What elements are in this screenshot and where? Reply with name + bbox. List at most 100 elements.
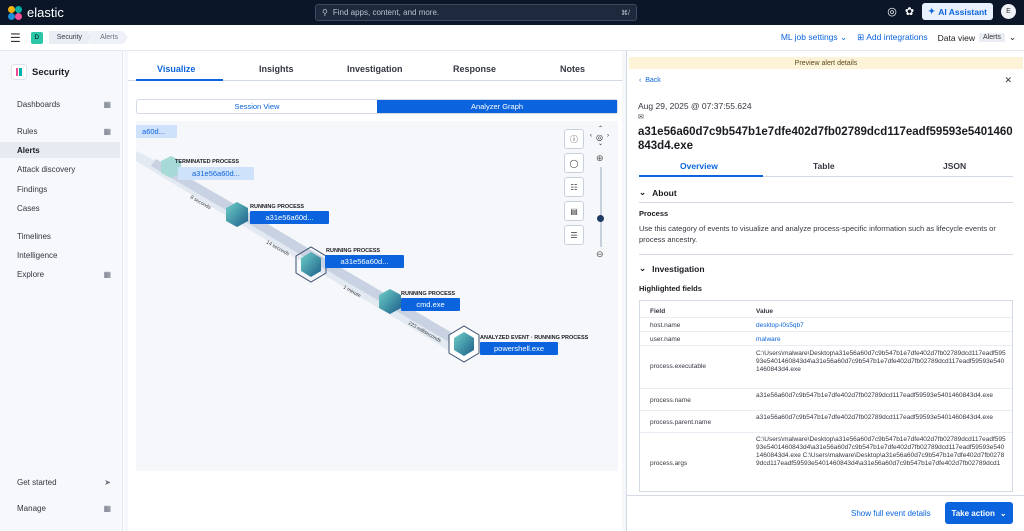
field-name: process.parent.name (650, 419, 712, 426)
investigation-section-toggle[interactable]: ⌄ Investigation (639, 263, 705, 274)
back-button[interactable]: ‹ Back (639, 77, 661, 84)
sidebar-item-timelines[interactable]: Timelines (0, 228, 120, 244)
pan-right-icon[interactable]: › (607, 133, 609, 139)
menu-toggle-icon[interactable]: ☰ (10, 31, 21, 45)
sidebar-item-cases[interactable]: Cases (0, 200, 120, 216)
tab-investigation[interactable]: Investigation (347, 64, 403, 74)
sidebar-item-explore[interactable]: Explore ▦ (0, 266, 120, 282)
back-label: Back (645, 77, 661, 84)
highlighted-fields-table: Field Value host.name desktop-l0s5qb7 us… (639, 300, 1013, 492)
tab-response[interactable]: Response (453, 64, 496, 74)
ai-assistant-button[interactable]: ✦ AI Assistant (922, 3, 993, 20)
process-node-button[interactable]: a31e56a60d... (325, 255, 404, 268)
table-row: process.name a31e56a60d7c9b547b1e7dfe402… (640, 389, 1012, 411)
table-row: process.args C:\Users\malware\Desktop\a3… (640, 433, 1012, 491)
data-view-picker[interactable]: Data view Alerts ⌄ (938, 32, 1016, 43)
chevron-down-icon: ⌄ (840, 32, 848, 42)
session-view-button[interactable]: Session View (137, 100, 377, 113)
list-icon[interactable]: ☰ (564, 225, 584, 245)
data-view-value: Alerts (978, 33, 1005, 42)
field-value: C:\Users\malware\Desktop\a31e56a60d7c9b5… (756, 350, 1006, 373)
node-type-label: ANALYZED EVENT · RUNNING PROCESS (480, 335, 589, 341)
global-search-input[interactable]: ⚲ Find apps, content, and more. ⌘/ (315, 4, 637, 21)
column-field: Field (650, 308, 666, 315)
sidebar-item-label: Get started (17, 477, 57, 487)
flyout-footer: Show full event details Take action ⌄ (627, 495, 1024, 531)
pan-left-icon[interactable]: ‹ (590, 133, 592, 139)
sidebar-item-findings[interactable]: Findings (0, 181, 120, 197)
sidebar-item-attack-discovery[interactable]: Attack discovery (0, 161, 120, 177)
add-integrations-button[interactable]: ⊞ Add integrations (857, 32, 927, 43)
process-description: Use this category of events to visualize… (639, 224, 996, 244)
chevron-down-icon: ⌄ (639, 187, 647, 197)
sidebar-item-dashboards[interactable]: Dashboards ▦ (0, 96, 120, 112)
alert-preview-flyout: Preview alert details ‹ Back ✕ Aug 29, 2… (626, 51, 1024, 531)
ml-job-settings-button[interactable]: ML job settings ⌄ (781, 32, 847, 43)
add-integrations-label: Add integrations (866, 32, 928, 42)
user-avatar[interactable]: E (1001, 4, 1016, 19)
calendar-icon[interactable]: ▤ (564, 201, 584, 221)
zoom-slider-handle[interactable] (597, 215, 604, 222)
analyzer-graph[interactable]: 8 seconds 14 seconds 1 minute 223 millis… (136, 121, 618, 471)
node-type-label: RUNNING PROCESS (326, 248, 381, 254)
tab-notes[interactable]: Notes (560, 64, 585, 74)
analyzer-graph-button[interactable]: Analyzer Graph (377, 100, 617, 113)
sidebar-item-get-started[interactable]: Get started ➤ (0, 474, 120, 490)
pan-control[interactable]: ⌃ ‹ ◎ › ⌄ (590, 125, 611, 147)
show-full-details-link[interactable]: Show full event details (851, 509, 931, 518)
visualize-container: Visualize Insights Investigation Respons… (128, 51, 622, 531)
sidebar-item-alerts[interactable]: Alerts (0, 142, 120, 158)
process-node-button[interactable]: a31e56a60d... (250, 211, 329, 224)
tab-overview[interactable]: Overview (680, 161, 718, 171)
sort-icon[interactable]: ☷ (564, 177, 584, 197)
tab-json[interactable]: JSON (943, 161, 966, 171)
help-icon[interactable]: ◎ (887, 5, 897, 18)
about-section-toggle[interactable]: ⌄ About (639, 187, 677, 198)
node-type-label: RUNNING PROCESS (401, 291, 456, 297)
sidebar-item-intelligence[interactable]: Intelligence (0, 247, 120, 263)
search-icon: ⚲ (322, 8, 328, 17)
grid-icon[interactable]: ▦ (103, 100, 111, 109)
tab-visualize[interactable]: Visualize (157, 64, 195, 74)
close-icon[interactable]: ✕ (1004, 75, 1012, 86)
grid-icon[interactable]: ▦ (103, 270, 111, 279)
sidebar-item-label: Rules (17, 126, 38, 136)
tab-insights[interactable]: Insights (259, 64, 294, 74)
grid-icon[interactable]: ▦ (103, 504, 111, 513)
grid-icon[interactable]: ▦ (103, 127, 111, 136)
sidebar-item-manage[interactable]: Manage ▦ (0, 500, 120, 516)
divider (639, 202, 1013, 203)
node-legend-icon[interactable]: ◯ (564, 153, 584, 173)
process-node-icon[interactable] (448, 325, 480, 363)
field-name: process.name (650, 397, 691, 404)
process-node-button[interactable]: powershell.exe (480, 342, 558, 355)
news-feed-icon[interactable]: ✿ (905, 5, 914, 18)
field-value-link[interactable]: malware (756, 336, 1006, 344)
tab-table[interactable]: Table (813, 161, 835, 171)
elastic-logo[interactable]: elastic (8, 5, 64, 20)
zoom-slider[interactable] (600, 167, 602, 247)
zoom-out-icon[interactable]: ⊖ (596, 249, 604, 260)
partial-process-node[interactable]: a60d... (136, 125, 177, 138)
alert-title: a31e56a60d7c9b547b1e7dfe402d7fb02789dcd1… (638, 126, 1013, 152)
breadcrumb-security[interactable]: Security (48, 31, 93, 44)
table-header: Field Value (640, 301, 1012, 318)
space-avatar[interactable]: D (30, 31, 43, 44)
table-row: process.executable C:\Users\malware\Desk… (640, 346, 1012, 389)
process-node-button[interactable]: a31e56a60d... (178, 167, 254, 180)
sidebar-item-label: Attack discovery (17, 164, 76, 174)
table-row: user.name malware (640, 332, 1012, 346)
pan-up-icon[interactable]: ⌃ (598, 125, 603, 132)
visualize-tabs: Visualize Insights Investigation Respons… (128, 59, 622, 81)
pan-down-icon[interactable]: ⌄ (598, 140, 603, 147)
info-icon[interactable]: ⓘ (564, 129, 584, 149)
field-value: C:\Users\malware\Desktop\a31e56a60d7c9b5… (756, 436, 1006, 467)
chevron-left-icon: ‹ (639, 77, 642, 84)
zoom-in-icon[interactable]: ⊕ (596, 153, 604, 164)
take-action-button[interactable]: Take action ⌄ (945, 502, 1013, 524)
sidebar-item-label: Intelligence (17, 250, 58, 260)
sidebar-item-rules[interactable]: Rules ▦ (0, 123, 120, 139)
field-value-link[interactable]: desktop-l0s5qb7 (756, 322, 1006, 330)
process-node-button[interactable]: cmd.exe (401, 298, 460, 311)
table-row: process.parent.name a31e56a60d7c9b547b1e… (640, 411, 1012, 433)
